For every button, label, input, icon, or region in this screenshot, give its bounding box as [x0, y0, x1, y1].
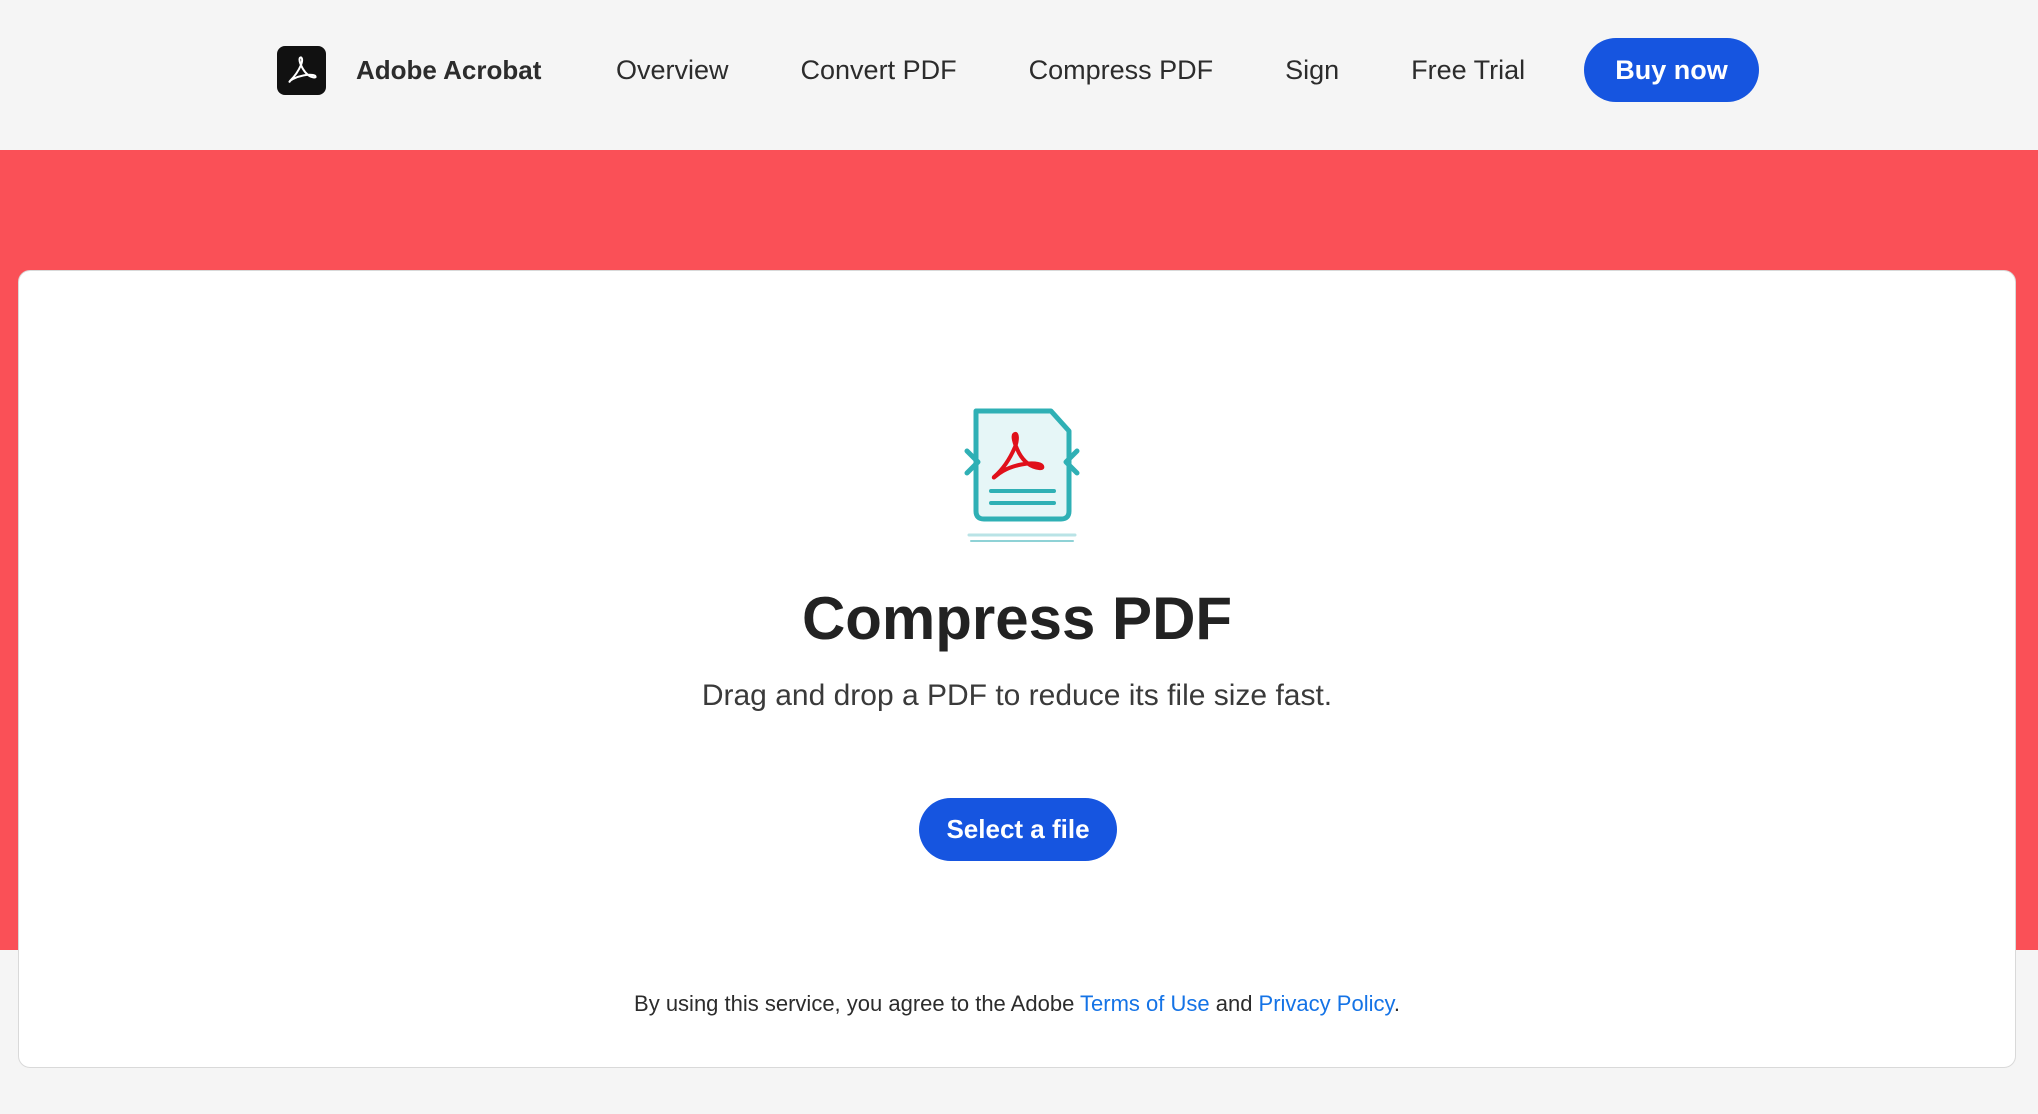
- acrobat-logo-icon: [277, 45, 326, 95]
- nav-sign[interactable]: Sign: [1285, 55, 1339, 86]
- brand-name: Adobe Acrobat: [356, 54, 542, 85]
- nav-compress-pdf[interactable]: Compress PDF: [1029, 55, 1214, 86]
- legal-prefix: By using this service, you agree to the …: [634, 991, 1081, 1016]
- page-subtitle: Drag and drop a PDF to reduce its file s…: [701, 679, 1333, 712]
- drop-zone-card[interactable]: Compress PDF Drag and drop a PDF to redu…: [18, 270, 2016, 1068]
- compress-pdf-icon: [959, 399, 1085, 549]
- brand-link[interactable]: Adobe Acrobat: [277, 45, 542, 95]
- privacy-policy-link[interactable]: Privacy Policy: [1259, 991, 1394, 1016]
- buy-now-button[interactable]: Buy now: [1584, 38, 1759, 102]
- page-title: Compress PDF: [801, 585, 1233, 652]
- main-nav: Overview Convert PDF Compress PDF Sign F…: [616, 46, 1597, 94]
- nav-free-trial[interactable]: Free Trial: [1411, 55, 1525, 86]
- select-file-button[interactable]: Select a file: [919, 798, 1117, 861]
- legal-middle: and: [1209, 991, 1259, 1016]
- top-navigation: Adobe Acrobat Overview Convert PDF Compr…: [0, 0, 2038, 150]
- nav-convert-pdf[interactable]: Convert PDF: [801, 55, 957, 86]
- legal-notice: By using this service, you agree to the …: [19, 991, 2015, 1017]
- nav-overview[interactable]: Overview: [616, 55, 729, 86]
- terms-of-use-link[interactable]: Terms of Use: [1080, 991, 1210, 1016]
- legal-suffix: .: [1393, 991, 1400, 1016]
